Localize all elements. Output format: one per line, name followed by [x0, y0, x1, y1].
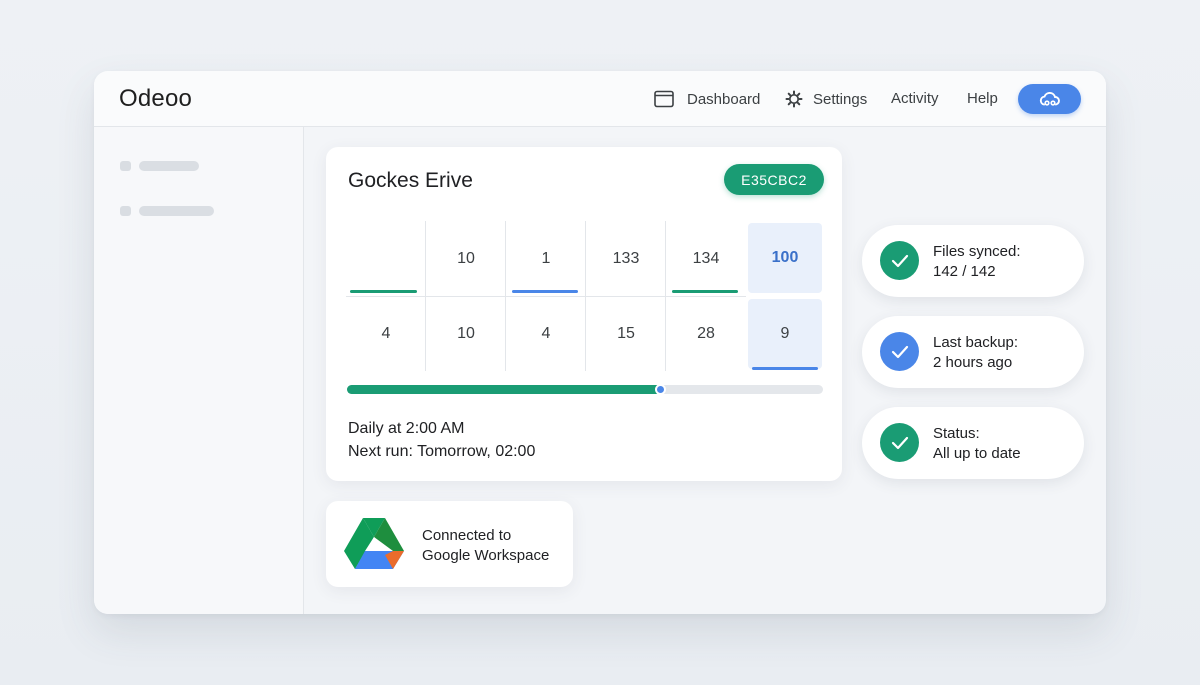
- grid-cell-value: 133: [612, 249, 640, 267]
- sidebar-item-placeholder: [139, 206, 214, 216]
- sidebar-item-placeholder: [139, 161, 199, 171]
- nav-dashboard[interactable]: Dashboard: [653, 88, 760, 110]
- progress-fill: [347, 385, 662, 394]
- status-value: 2 hours ago: [933, 354, 1013, 371]
- window-icon: [653, 88, 675, 110]
- cell-indicator-green: [672, 290, 738, 293]
- grid-cell[interactable]: 134: [666, 221, 746, 296]
- status-text: Files synced: 142 / 142: [933, 242, 1021, 282]
- id-tag[interactable]: E35CBC2: [724, 164, 824, 195]
- connection-line-1: Connected to: [422, 527, 512, 544]
- grid-cell-value: 10: [457, 324, 475, 342]
- sidebar-item-2[interactable]: [120, 206, 214, 216]
- check-icon: [880, 332, 919, 371]
- gear-icon: [783, 88, 805, 110]
- nav-settings[interactable]: Settings: [783, 88, 867, 110]
- nav-activity[interactable]: Activity: [891, 90, 939, 107]
- status-text: Last backup: 2 hours ago: [933, 333, 1018, 373]
- nav-help[interactable]: Help: [967, 90, 998, 107]
- status-label: Last backup:: [933, 334, 1019, 351]
- sync-progress-bar[interactable]: [347, 384, 823, 395]
- cell-indicator-blue: [512, 290, 578, 293]
- grid-cell-selected[interactable]: 100: [748, 223, 822, 293]
- cell-indicator-blue: [752, 367, 818, 370]
- grid-cell-value: 28: [697, 324, 715, 342]
- drive-card: Gockes Erive E35CBC2 10 1 133 134 100 4 …: [326, 147, 842, 481]
- google-drive-icon: [344, 517, 404, 576]
- nav-dashboard-label: Dashboard: [687, 90, 761, 108]
- grid-cell-value: 134: [692, 249, 720, 267]
- grid-cell-value: 1: [541, 249, 551, 267]
- status-overall: Status: All up to date: [862, 407, 1084, 479]
- grid-cell-value: 10: [457, 249, 475, 267]
- top-bar: Odeoo Dashboard Settings Activity Help: [94, 71, 1106, 127]
- grid-cell[interactable]: 4: [346, 296, 426, 371]
- status-label: Files synced:: [933, 243, 1021, 260]
- grid-cell[interactable]: 15: [586, 296, 666, 371]
- progress-handle[interactable]: [655, 384, 667, 395]
- sidebar-item-icon: [120, 161, 131, 171]
- check-icon: [880, 423, 919, 462]
- connection-card[interactable]: Connected to Google Workspace: [326, 501, 573, 587]
- card-title: Gockes Erive: [348, 169, 473, 192]
- status-value: 142 / 142: [933, 263, 996, 280]
- sidebar-item-icon: [120, 206, 131, 216]
- grid-cell-value: 4: [381, 324, 391, 342]
- grid-cell[interactable]: 1: [506, 221, 586, 296]
- app-logo[interactable]: Odeoo: [119, 85, 192, 113]
- grid-cell[interactable]: 28: [666, 296, 746, 371]
- grid-cell[interactable]: 4: [506, 296, 586, 371]
- check-icon: [880, 241, 919, 280]
- cell-indicator-green: [350, 290, 417, 293]
- grid-cell-value: 15: [617, 324, 635, 342]
- next-run-text: Next run: Tomorrow, 02:00: [348, 443, 536, 460]
- status-label: Status:: [933, 425, 980, 442]
- status-text: Status: All up to date: [933, 424, 1021, 464]
- status-files-synced: Files synced: 142 / 142: [862, 225, 1084, 297]
- grid-cell-selected[interactable]: 9: [748, 299, 822, 369]
- schedule-text: Daily at 2:00 AM: [348, 420, 465, 437]
- connection-text: Connected to Google Workspace: [422, 526, 549, 566]
- grid-cell[interactable]: 10: [426, 296, 506, 371]
- sidebar-item-1[interactable]: [120, 161, 199, 171]
- grid-cell-value: 4: [541, 324, 551, 342]
- grid-cell[interactable]: [346, 221, 426, 296]
- nav-settings-label: Settings: [813, 90, 868, 108]
- grid-cell-value: 100: [771, 249, 799, 266]
- grid-cell[interactable]: 10: [426, 221, 506, 296]
- app-window: Odeoo Dashboard Settings Activity Help G…: [94, 71, 1106, 614]
- connection-line-2: Google Workspace: [422, 547, 550, 564]
- status-last-backup: Last backup: 2 hours ago: [862, 316, 1084, 388]
- sidebar: [94, 127, 304, 614]
- cloud-sync-button[interactable]: [1018, 84, 1081, 114]
- grid-cell-value: 9: [780, 325, 790, 342]
- cloud-sync-icon: [1039, 92, 1061, 106]
- status-value: All up to date: [933, 445, 1021, 462]
- grid-cell[interactable]: 133: [586, 221, 666, 296]
- data-grid: 10 1 133 134 100 4 10 4 15 28 9: [346, 221, 824, 371]
